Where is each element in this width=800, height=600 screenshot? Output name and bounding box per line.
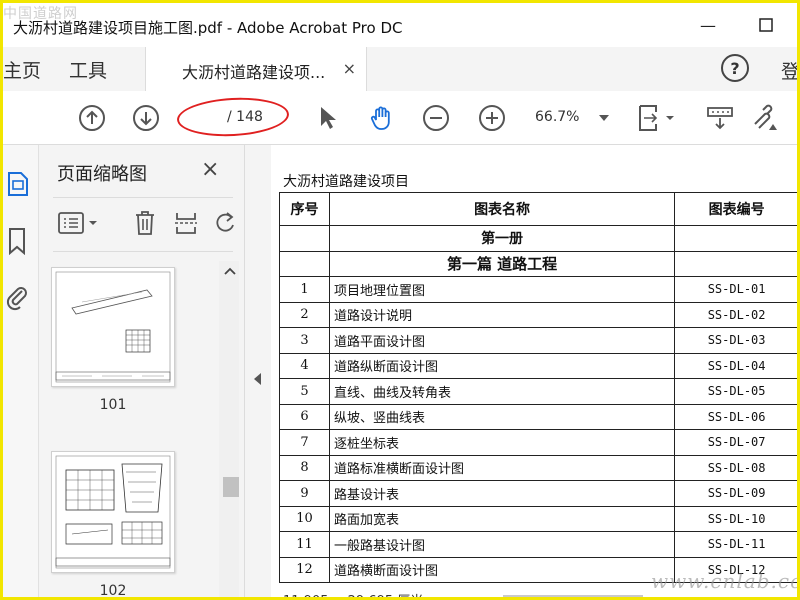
arrow-down-circle-icon xyxy=(133,105,159,131)
select-tool-button[interactable] xyxy=(313,103,343,133)
app-window: 中国道路网 大沥村道路建设项目施工图.pdf - Adobe Acrobat P… xyxy=(0,0,800,600)
thumbnail-page-101[interactable] xyxy=(51,267,175,387)
thumbnail-page-number: 102 xyxy=(99,583,127,599)
table-row: 10 路面加宽表 SS-DL-10 xyxy=(279,505,797,532)
table-row: 1 项目地理位置图 SS-DL-01 xyxy=(279,276,797,303)
table-row: 9 路基设计表 SS-DL-09 xyxy=(279,480,797,507)
table-row: 11 一般路基设计图 SS-DL-11 xyxy=(279,531,797,558)
tab-home[interactable]: 主页 xyxy=(3,56,41,83)
column-header: 图表编号 xyxy=(674,192,797,226)
zoom-dropdown[interactable]: 66.7% xyxy=(531,107,611,131)
column-header: 序号 xyxy=(279,192,330,226)
table-row: 2 道路设计说明 SS-DL-02 xyxy=(279,301,797,328)
document-header: 大沥村道路建设项目 xyxy=(283,174,409,190)
help-icon[interactable]: ? xyxy=(721,54,749,82)
thumbnail-scrollbar[interactable] xyxy=(219,261,239,597)
page-preview xyxy=(55,455,171,569)
table-header-row: 序号 图表名称 图表编号 xyxy=(279,192,797,226)
zoom-in-button[interactable] xyxy=(477,103,507,133)
maximize-icon xyxy=(759,18,773,32)
delete-icon[interactable] xyxy=(133,209,157,237)
panel-collapse-handle[interactable] xyxy=(245,145,271,597)
page-thumbnails-icon[interactable] xyxy=(7,169,29,197)
options-menu-icon[interactable] xyxy=(57,211,101,235)
page-fit-icon xyxy=(639,105,674,131)
panel-title: 页面缩略图 xyxy=(57,164,147,185)
scrollbar-thumb[interactable] xyxy=(223,477,239,497)
site-watermark: www.cnlab.com xyxy=(651,569,797,593)
panel-toolbar xyxy=(53,207,239,241)
select-arrow-icon xyxy=(321,107,336,129)
tab-bar: 主页 工具 大沥村道路建设项... × ? 登 xyxy=(3,47,797,91)
window-title: 大沥村道路建设项目施工图.pdf - Adobe Acrobat Pro DC xyxy=(13,19,403,37)
page-fit-button[interactable] xyxy=(635,103,681,133)
toolbar: / 148 66.7% xyxy=(3,91,797,145)
zoom-value: 66.7% xyxy=(535,109,580,125)
close-panel-icon[interactable]: × xyxy=(201,157,219,182)
table-row: 6 纵坡、竖曲线表 SS-DL-06 xyxy=(279,403,797,430)
close-tab-icon[interactable]: × xyxy=(343,59,356,78)
volume-title: 第一册 xyxy=(328,225,676,252)
chevron-down-icon xyxy=(599,115,609,121)
column-header: 图表名称 xyxy=(328,192,676,226)
minimize-icon: — xyxy=(700,15,716,35)
zoom-out-icon xyxy=(423,105,449,131)
table-row: 3 道路平面设计图 SS-DL-03 xyxy=(279,327,797,354)
minimize-button[interactable]: — xyxy=(693,11,723,39)
hand-icon xyxy=(370,106,390,130)
table-row: 4 道路纵断面设计图 SS-DL-04 xyxy=(279,352,797,379)
arrow-up-circle-icon xyxy=(79,105,105,131)
previous-page-button[interactable] xyxy=(77,103,107,133)
chevron-up-icon[interactable] xyxy=(224,267,236,275)
page-number-control: / 148 xyxy=(176,95,290,139)
highlight-ring xyxy=(176,95,290,139)
thumbnail-page-102[interactable] xyxy=(51,451,175,573)
collapse-arrow-icon xyxy=(254,373,261,385)
maximize-button[interactable] xyxy=(751,11,781,39)
navigation-strip xyxy=(3,145,39,597)
bookmark-icon[interactable] xyxy=(7,227,27,255)
extract-pages-icon[interactable] xyxy=(173,209,199,237)
drawing-index-table: 序号 图表名称 图表编号 第一册 第一篇 道路工程 1 项目地理位置图 SS-DL-… xyxy=(279,192,797,583)
next-page-button[interactable] xyxy=(131,103,161,133)
horizontal-scrollbar[interactable] xyxy=(503,595,643,597)
volume-row: 第一册 xyxy=(279,225,797,252)
page-size-status: 11.905 × 29.695 厘米 xyxy=(283,590,423,597)
section-title: 第一篇 道路工程 xyxy=(328,250,676,277)
table-row: 5 直线、曲线及转角表 SS-DL-05 xyxy=(279,378,797,405)
tab-tools[interactable]: 工具 xyxy=(69,56,107,83)
divider xyxy=(53,197,233,198)
table-row: 7 逐桩坐标表 SS-DL-07 xyxy=(279,429,797,456)
title-bar: 中国道路网 大沥村道路建设项目施工图.pdf - Adobe Acrobat P… xyxy=(3,3,797,47)
section-row: 第一篇 道路工程 xyxy=(279,250,797,277)
zoom-in-icon xyxy=(479,105,505,131)
document-view: 大沥村道路建设项目 序号 图表名称 图表编号 第一册 第一篇 道路工程 1 项目地… xyxy=(271,145,797,597)
sign-in-link[interactable]: 登 xyxy=(781,57,797,84)
sign-icon xyxy=(754,104,777,130)
keyboard-button[interactable] xyxy=(705,103,735,133)
page-preview xyxy=(55,271,171,383)
thumbnail-page-number: 101 xyxy=(99,397,127,413)
rotate-icon[interactable] xyxy=(213,209,237,237)
thumbnails-panel: 页面缩略图 × 101 102 xyxy=(39,145,245,599)
keyboard-icon xyxy=(707,107,733,130)
attachment-icon[interactable] xyxy=(5,283,29,311)
zoom-out-button[interactable] xyxy=(421,103,451,133)
table-row: 8 道路标准横断面设计图 SS-DL-08 xyxy=(279,454,797,481)
tab-document[interactable]: 大沥村道路建设项... × xyxy=(145,47,367,91)
divider xyxy=(53,251,233,252)
document-tab-label: 大沥村道路建设项... xyxy=(182,63,326,82)
sign-button[interactable] xyxy=(751,103,781,133)
hand-tool-button[interactable] xyxy=(367,103,397,133)
